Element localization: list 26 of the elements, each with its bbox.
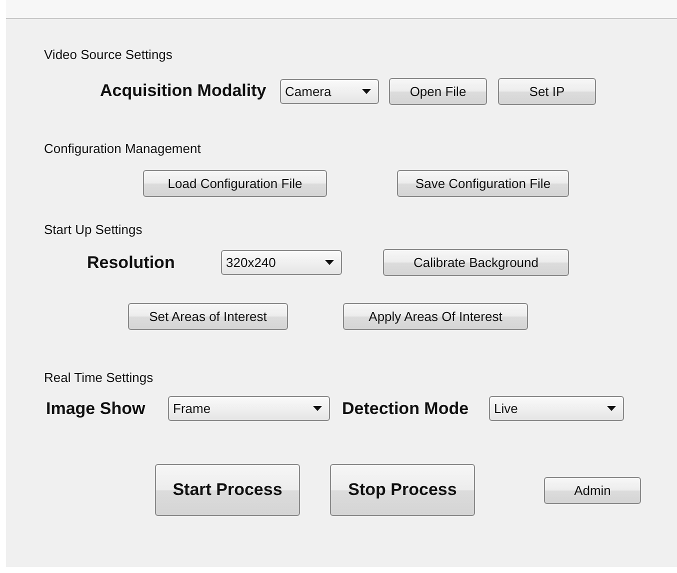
section-title: Video Source Settings [44, 47, 174, 63]
dropdown[interactable]: 320x240 [221, 250, 342, 275]
dropdown[interactable]: Live [489, 396, 624, 421]
push-button[interactable]: Apply Areas Of Interest [343, 303, 528, 330]
field-label: Resolution [87, 252, 176, 272]
push-button[interactable]: Start Process [155, 464, 300, 516]
dropdown[interactable]: Frame [168, 396, 330, 421]
dropdown-arrow-icon [325, 260, 334, 265]
dropdown-arrow-icon [362, 88, 371, 94]
push-button[interactable]: Admin [544, 476, 641, 504]
dropdown-arrow-icon [313, 406, 322, 411]
push-button[interactable]: Calibrate Background [383, 249, 569, 276]
field-label: Detection Mode [342, 398, 470, 418]
push-button[interactable]: Set Areas of Interest [128, 303, 288, 330]
section-title: Configuration Management [44, 141, 202, 157]
dropdown-arrow-icon [607, 406, 616, 411]
push-button[interactable]: Set IP [498, 78, 596, 104]
push-button[interactable]: Load Configuration File [143, 170, 327, 196]
push-button[interactable]: Save Configuration File [397, 170, 569, 196]
push-button[interactable]: Stop Process [330, 464, 475, 516]
section-title: Real Time Settings [44, 370, 154, 386]
field-label: Image Show [46, 398, 146, 418]
dropdown[interactable]: Camera [280, 78, 379, 104]
section-title: Start Up Settings [44, 222, 144, 238]
push-button[interactable]: Open File [389, 78, 487, 104]
field-label: Acquisition Modality [100, 81, 268, 101]
